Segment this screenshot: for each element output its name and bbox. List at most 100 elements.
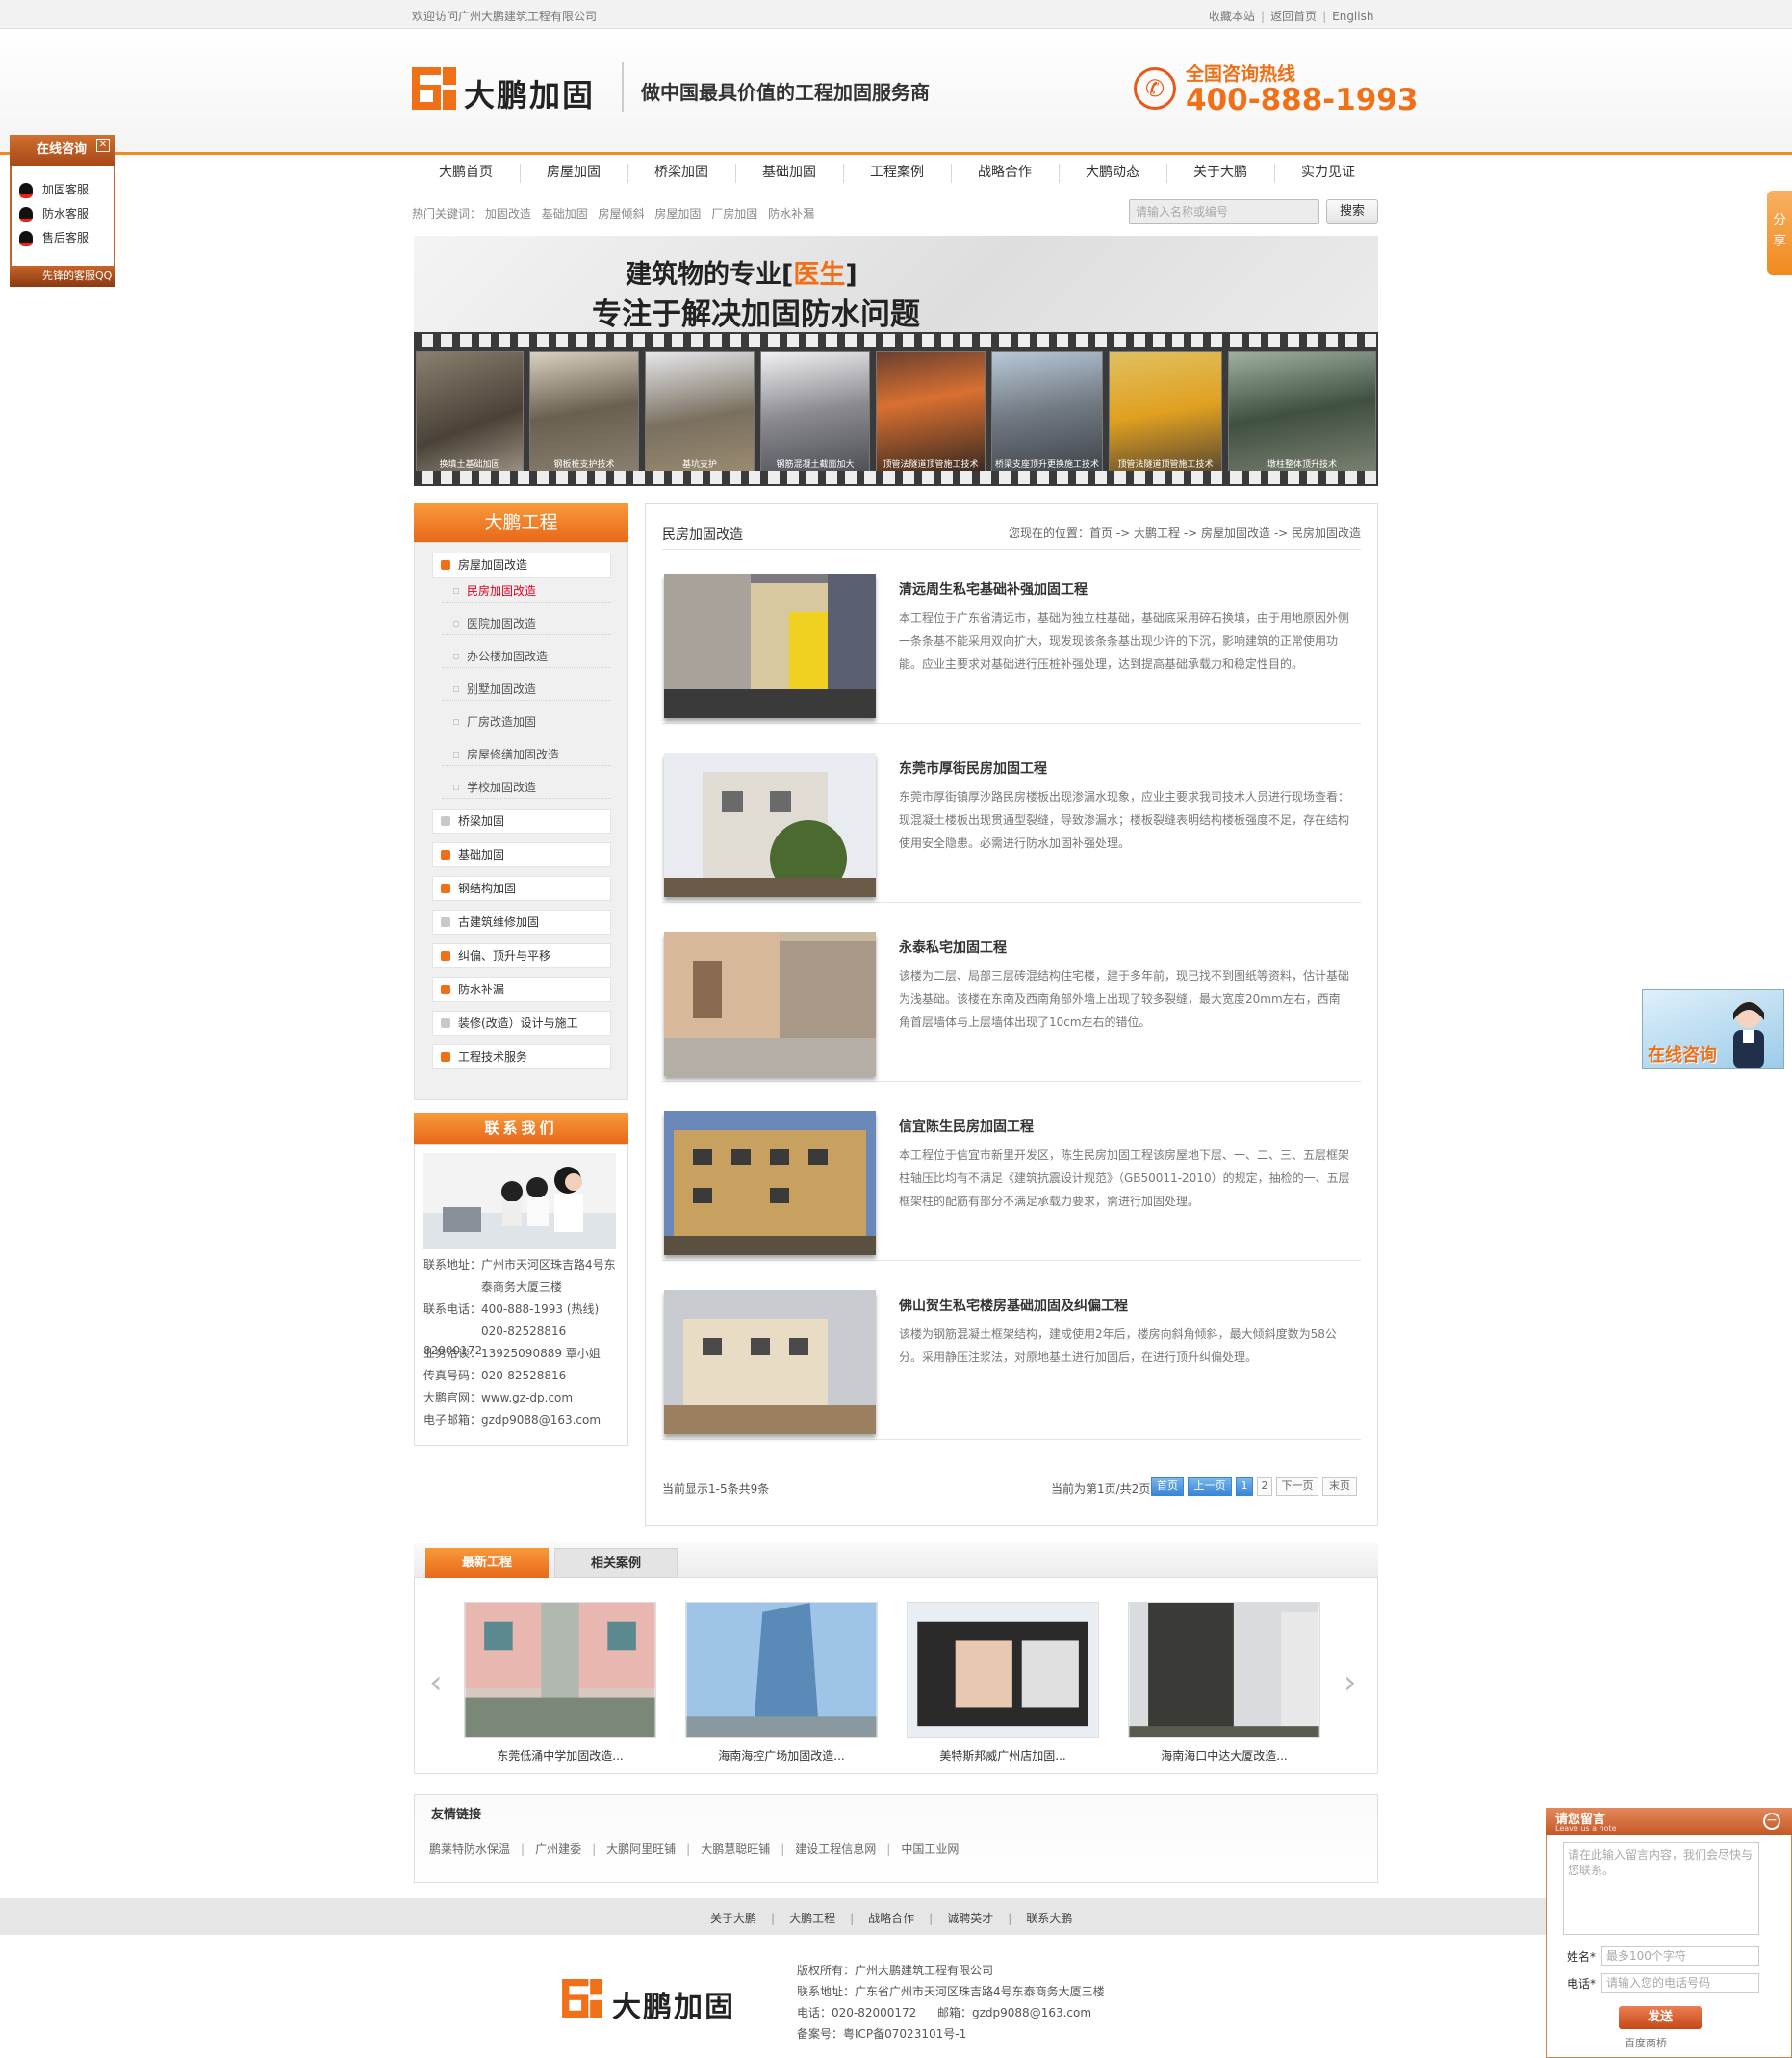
qq-item-waterproof[interactable]: 防水客服 — [19, 205, 89, 222]
close-icon[interactable]: ✕ — [96, 139, 110, 152]
search-input[interactable]: 请输入名称或编号 — [1129, 199, 1319, 224]
case-thumbnail[interactable] — [907, 1602, 1099, 1738]
pager-next[interactable]: 下一页 — [1276, 1477, 1318, 1496]
phone-input[interactable]: 请输入您的电话号码 — [1601, 1973, 1759, 1993]
name-input[interactable]: 最多100个字符 — [1601, 1946, 1759, 1966]
project-thumbnail[interactable] — [664, 932, 876, 1076]
contact-website[interactable]: 大鹏官网：www.gz-dp.com — [423, 1388, 621, 1407]
nav-item-partners[interactable]: 战略合作 — [951, 154, 1059, 191]
footer-link-about[interactable]: 关于大鹏 — [710, 1912, 756, 1925]
pager-first[interactable]: 首页 — [1151, 1477, 1184, 1496]
footer-link-projects[interactable]: 大鹏工程 — [789, 1912, 835, 1925]
friend-link[interactable]: 广州建委 — [535, 1842, 581, 1856]
project-item[interactable]: 永泰私宅加固工程 该楼为二层、局部三层砖混结构住宅楼，建于多年前，现已找不到图纸… — [662, 918, 1361, 1082]
friend-link[interactable]: 大鹏阿里旺铺 — [606, 1842, 676, 1856]
keyword-link[interactable]: 加固改造 — [485, 207, 531, 220]
case-item[interactable]: 美特斯邦威广州店加固... — [907, 1602, 1099, 1763]
footer-link-jobs[interactable]: 诚聘英才 — [947, 1912, 993, 1925]
sidebar-item-waterproof[interactable]: 防水补漏 — [432, 977, 611, 1002]
sidebar-item-decoration[interactable]: 装修(改造）设计与施工 — [432, 1011, 611, 1036]
nav-item-foundation[interactable]: 基础加固 — [735, 154, 843, 191]
sidebar-subitem-office[interactable]: 办公楼加固改造 — [442, 645, 611, 668]
keyword-link[interactable]: 防水补漏 — [768, 207, 814, 220]
sidebar-item-steel[interactable]: 钢结构加固 — [432, 876, 611, 901]
keyword-link[interactable]: 房屋加固 — [654, 207, 701, 220]
sidebar-subitem-civil[interactable]: 民房加固改造 — [442, 579, 611, 603]
english-link[interactable]: English — [1332, 10, 1373, 23]
qq-panel-footer[interactable]: 先锋的客服QQ — [10, 266, 115, 287]
case-thumbnail[interactable] — [1128, 1602, 1320, 1738]
tab-related[interactable]: 相关案例 — [554, 1548, 678, 1578]
project-title[interactable]: 清远周生私宅基础补强加固工程 — [899, 579, 1088, 599]
sidebar-item-correction[interactable]: 纠偏、顶升与平移 — [432, 943, 611, 968]
pager-page-2[interactable]: 2 — [1257, 1477, 1272, 1496]
friend-link[interactable]: 大鹏慧聪旺铺 — [701, 1842, 770, 1856]
case-item[interactable]: 海南海口中达大厦改造... — [1128, 1602, 1320, 1763]
project-thumbnail[interactable] — [664, 753, 876, 897]
share-tab[interactable]: 分享 — [1767, 191, 1792, 275]
keyword-link[interactable]: 房屋倾斜 — [599, 207, 645, 220]
case-item[interactable]: 东莞低涌中学加固改造... — [464, 1602, 656, 1763]
nav-item-home[interactable]: 大鹏首页 — [412, 154, 520, 191]
message-textarea[interactable]: 请在此输入留言内容，我们会尽快与您联系。 — [1563, 1842, 1759, 1935]
project-title[interactable]: 佛山贺生私宅楼房基础加固及纠偏工程 — [899, 1296, 1128, 1315]
home-link[interactable]: 返回首页 — [1270, 10, 1317, 23]
online-consult-label[interactable]: 在线咨询 — [1648, 1042, 1717, 1067]
project-thumbnail[interactable] — [664, 1290, 876, 1434]
case-caption[interactable]: 海南海口中达大厦改造... — [1128, 1747, 1320, 1763]
pager-last[interactable]: 末页 — [1322, 1477, 1357, 1496]
pager-page-1[interactable]: 1 — [1236, 1477, 1253, 1496]
logo-text[interactable]: 大鹏加固 — [464, 71, 595, 116]
sidebar-item-foundation[interactable]: 基础加固 — [432, 842, 611, 867]
nav-item-bridge[interactable]: 桥梁加固 — [627, 154, 735, 191]
sidebar-subitem-factory[interactable]: 厂房改造加固 — [442, 710, 611, 733]
sidebar-subitem-villa[interactable]: 别墅加固改造 — [442, 678, 611, 701]
keyword-link[interactable]: 基础加固 — [542, 207, 588, 220]
bookmark-link[interactable]: 收藏本站 — [1209, 10, 1255, 23]
tab-latest[interactable]: 最新工程 — [425, 1548, 549, 1578]
nav-item-about[interactable]: 关于大鹏 — [1166, 154, 1274, 191]
sidebar-item-bridge[interactable]: 桥梁加固 — [432, 809, 611, 834]
qq-item-aftersales[interactable]: 售后客服 — [19, 229, 89, 246]
footer-link-contact[interactable]: 联系大鹏 — [1026, 1912, 1072, 1925]
friend-link[interactable]: 中国工业网 — [901, 1842, 959, 1856]
case-thumbnail[interactable] — [464, 1602, 656, 1738]
nav-item-cases[interactable]: 工程案例 — [843, 154, 951, 191]
project-title[interactable]: 东莞市厚街民房加固工程 — [899, 759, 1047, 778]
sidebar-item-ancient[interactable]: 古建筑维修加固 — [432, 910, 611, 935]
project-item[interactable]: 清远周生私宅基础补强加固工程 本工程位于广东省清远市，基础为独立柱基础，基础底采… — [662, 560, 1361, 724]
chevron-left-icon[interactable]: ‹ — [429, 1663, 443, 1702]
search-button[interactable]: 搜索 — [1326, 199, 1378, 224]
sidebar-subitem-hospital[interactable]: 医院加固改造 — [442, 612, 611, 635]
footer-icp[interactable]: 备案号：粤ICP备07023101号-1 — [797, 2025, 966, 2042]
send-button[interactable]: 发送 — [1619, 2006, 1702, 2029]
sidebar-subitem-repair[interactable]: 房屋修缮加固改造 — [442, 743, 611, 766]
nav-item-house[interactable]: 房屋加固 — [520, 154, 627, 191]
sidebar-item-house[interactable]: 房屋加固改造 — [432, 553, 611, 578]
pager-prev[interactable]: 上一页 — [1188, 1477, 1232, 1496]
breadcrumb[interactable]: 您现在的位置：首页 -> 大鹏工程 -> 房屋加固改造 -> 民房加固改造 — [1009, 525, 1361, 541]
powered-by[interactable]: 百度商桥 — [1625, 2035, 1667, 2050]
case-caption[interactable]: 东莞低涌中学加固改造... — [464, 1747, 656, 1763]
hero-banner[interactable]: 建筑物的专业[医生] 专注于解决加固防水问题 换填土基础加固 钢板桩支护技术 基… — [414, 236, 1378, 486]
project-title[interactable]: 永泰私宅加固工程 — [899, 938, 1007, 957]
sidebar-subitem-school[interactable]: 学校加固改造 — [442, 776, 611, 799]
minimize-icon[interactable]: − — [1763, 1813, 1780, 1830]
project-thumbnail[interactable] — [664, 1111, 876, 1255]
footer-link-partners[interactable]: 战略合作 — [868, 1912, 914, 1925]
project-item[interactable]: 东莞市厚街民房加固工程 东莞市厚街镇厚沙路民房楼板出现渗漏水现象，应业主要求我司… — [662, 739, 1361, 903]
nav-item-news[interactable]: 大鹏动态 — [1059, 154, 1166, 191]
sidebar-item-tech[interactable]: 工程技术服务 — [432, 1044, 611, 1069]
qq-item-reinforce[interactable]: 加固客服 — [19, 181, 89, 198]
project-title[interactable]: 信宜陈生民房加固工程 — [899, 1117, 1034, 1136]
contact-email[interactable]: 电子邮箱：gzdp9088@163.com — [423, 1410, 621, 1429]
case-thumbnail[interactable] — [685, 1602, 878, 1738]
case-caption[interactable]: 美特斯邦威广州店加固... — [907, 1747, 1099, 1763]
friend-link[interactable]: 建设工程信息网 — [795, 1842, 876, 1856]
case-item[interactable]: 海南海控广场加固改造... — [685, 1602, 878, 1763]
keyword-link[interactable]: 厂房加固 — [711, 207, 757, 220]
nav-item-strength[interactable]: 实力见证 — [1274, 154, 1382, 191]
project-item[interactable]: 佛山贺生私宅楼房基础加固及纠偏工程 该楼为钢筋混凝土框架结构，建成使用2年后，楼… — [662, 1276, 1361, 1440]
friend-link[interactable]: 鹏莱特防水保温 — [429, 1842, 510, 1856]
case-caption[interactable]: 海南海控广场加固改造... — [685, 1747, 878, 1763]
